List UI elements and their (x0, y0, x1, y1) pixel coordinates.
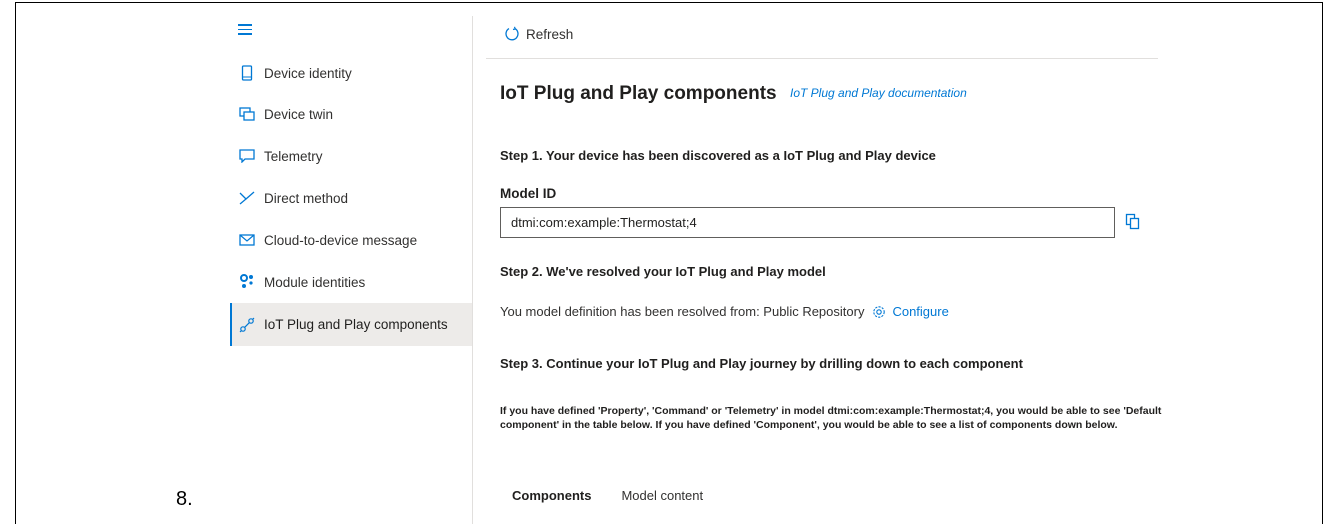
resolved-row: You model definition has been resolved f… (500, 304, 949, 319)
sidebar-item-module-identities[interactable]: Module identities (230, 261, 473, 303)
sidebar-item-device-identity[interactable]: Device identity (230, 52, 473, 94)
screenshot-frame (15, 2, 1323, 524)
sidebar-item-cloud-to-device-message[interactable]: Cloud-to-device message (230, 219, 473, 261)
copy-icon[interactable] (1125, 213, 1143, 231)
step-3-heading: Step 3. Continue your IoT Plug and Play … (500, 356, 1023, 371)
sidebar-item-label: Device twin (264, 106, 334, 122)
sidebar: Device identity Device twin Telemetry Di… (230, 14, 473, 524)
sidebar-item-label: Direct method (264, 190, 349, 206)
refresh-icon (504, 26, 520, 42)
phone-icon (238, 64, 256, 82)
sidebar-item-iot-plug-and-play-components[interactable]: IoT Plug and Play components (230, 303, 473, 346)
configure-link[interactable]: Configure (892, 304, 948, 319)
model-id-label: Model ID (500, 186, 557, 201)
tab-components[interactable]: Components (512, 488, 591, 503)
toolbar-divider (486, 58, 1158, 59)
sidebar-item-label: Telemetry (264, 148, 323, 164)
hamburger-menu-icon[interactable] (238, 24, 252, 36)
plug-icon (238, 316, 256, 334)
sidebar-item-label: Module identities (264, 274, 366, 290)
sidebar-item-telemetry[interactable]: Telemetry (230, 135, 473, 177)
refresh-label: Refresh (526, 26, 574, 42)
sidebar-item-device-twin[interactable]: Device twin (230, 93, 473, 135)
model-id-field[interactable]: dtmi:com:example:Thermostat;4 (500, 207, 1115, 238)
chat-icon (238, 147, 256, 165)
step-1-heading: Step 1. Your device has been discovered … (500, 148, 936, 163)
sidebar-item-direct-method[interactable]: Direct method (230, 177, 473, 219)
module-icon (238, 273, 256, 291)
gear-icon[interactable] (872, 305, 886, 319)
device-twin-icon (238, 105, 256, 123)
step-2-heading: Step 2. We've resolved your IoT Plug and… (500, 264, 826, 279)
resolved-text: You model definition has been resolved f… (500, 304, 865, 319)
documentation-link[interactable]: IoT Plug and Play documentation (790, 86, 967, 100)
step-number: 8. (176, 488, 193, 510)
component-tabs: Components Model content (512, 488, 733, 503)
sidebar-item-label: Cloud-to-device message (264, 232, 418, 248)
mail-icon (238, 231, 256, 249)
direct-method-icon (238, 189, 256, 207)
page-title: IoT Plug and Play components (500, 83, 777, 104)
sidebar-divider (472, 16, 473, 524)
sidebar-item-label: IoT Plug and Play components (264, 317, 448, 332)
refresh-button[interactable]: Refresh (504, 26, 573, 42)
info-text: If you have defined 'Property', 'Command… (500, 405, 1162, 431)
tab-model-content[interactable]: Model content (621, 488, 703, 503)
sidebar-item-label: Device identity (264, 65, 352, 81)
